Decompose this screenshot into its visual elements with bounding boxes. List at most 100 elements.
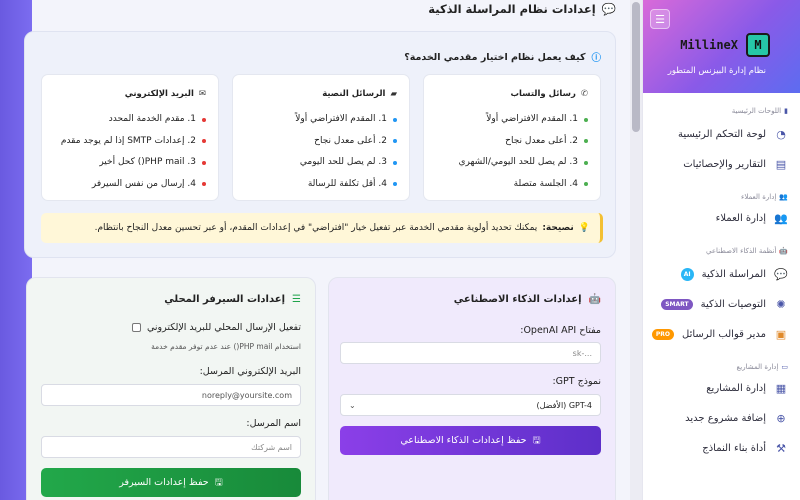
save-icon: 🖫	[532, 434, 541, 446]
list-item-text: 2. إعدادات SMTP إذا لم يوجد مقدم	[60, 135, 196, 146]
button-label: حفظ إعدادات السيرفر	[119, 477, 209, 488]
sidebar-item-label: لوحة التحكم الرئيسية	[677, 128, 766, 140]
sidebar-section-projects: ▭ إدارة المشاريع	[643, 349, 800, 371]
ai-badge: AI	[680, 267, 694, 281]
list-item: 1. المقدم الافتراضي أولاً	[430, 109, 588, 131]
email-rules-card: ✉ البريد الإلكتروني 1. مقدم الخدمة المحد…	[41, 74, 219, 201]
list-item-text: 4. الجلسة متصلة	[513, 178, 578, 189]
sidebar-item-label: إدارة العملاء	[715, 212, 766, 224]
pro-badge: PRO	[651, 328, 675, 340]
sender-name-label: اسم المرسل:	[246, 418, 301, 429]
column-title: ✉ البريد الإلكتروني	[42, 75, 218, 99]
sidebar-item-message-templates[interactable]: ▣ مدير قوالب الرسائل PRO	[643, 319, 800, 349]
info-question: ⓘ كيف يعمل نظام اختيار مقدمي الخدمة؟	[404, 50, 601, 65]
list-item-text: 1. مقدم الخدمة المحدد	[108, 114, 196, 124]
users-icon: 👥	[779, 193, 788, 201]
local-email-toggle-row: تفعيل الإرسال المحلي للبريد الإلكتروني	[131, 322, 301, 333]
sender-email-label: البريد الإلكتروني المرسل:	[199, 366, 301, 377]
sidebar-item-label: إدارة المشاريع	[706, 382, 766, 394]
sms-icon: ▰	[390, 89, 397, 99]
save-ai-settings-button[interactable]: 🖫 حفظ إعدادات الذكاء الاصطناعي	[340, 426, 601, 455]
local-email-checkbox[interactable]	[131, 323, 141, 332]
chat-icon: 💬	[774, 267, 788, 281]
ai-settings-card: 🤖 إعدادات الذكاء الاصطناعي مفتاح OpenAI …	[328, 277, 616, 500]
info-circle-icon: ⓘ	[591, 53, 601, 64]
main-content: 💬 إعدادات نظام المراسلة الذكية ⓘ كيف يعم…	[12, 0, 630, 500]
openai-key-input[interactable]: sk-...	[340, 342, 601, 364]
whatsapp-rules-card: ✆ رسائل والتساب 1. المقدم الافتراضي أولا…	[423, 74, 601, 201]
sidebar-nav: ▮ اللوحات الرئيسية ◔ لوحة التحكم الرئيسي…	[643, 93, 800, 500]
sidebar-section-dashboards: ▮ اللوحات الرئيسية	[643, 93, 800, 115]
robot-icon: 🤖	[588, 294, 601, 305]
column-title-text: رسائل والتساب	[510, 89, 576, 99]
save-server-settings-button[interactable]: 🖫 حفظ إعدادات السيرفر	[41, 468, 301, 497]
list-item-text: 2. أعلى معدل نجاح	[505, 135, 578, 146]
brain-icon: ✺	[776, 297, 786, 311]
chart-icon: ▤	[775, 157, 787, 171]
section-title: أنظمة الذكاء الاصطناعي	[706, 247, 777, 255]
gpt-model-label: نموذج GPT:	[552, 376, 601, 387]
bullet-dot	[202, 182, 206, 187]
chart-bars-icon: ▮	[784, 107, 788, 115]
section-title: إدارة المشاريع	[736, 363, 779, 371]
sidebar-header: ☰ M MillineX نظام إدارة البيزنس المتطور	[643, 0, 800, 93]
sidebar-item-customers[interactable]: 👥 إدارة العملاء	[643, 203, 800, 233]
briefcase-icon: ▭	[781, 363, 788, 371]
form-builder-icon: ⚒	[776, 441, 786, 455]
card-title: ☰ إعدادات السيرفر المحلي	[164, 294, 301, 305]
bullet-dot	[202, 117, 206, 122]
column-title: ▰ الرسائل النصية	[233, 75, 409, 99]
list-item-text: 4. إرسال من نفس السيرفر	[91, 178, 196, 189]
envelope-icon: ✉	[198, 89, 206, 99]
list-item: 4. أقل تكلفة للرسالة	[239, 174, 397, 196]
sidebar-item-form-builder[interactable]: ⚒ أداة بناء النماذج	[643, 433, 800, 463]
list-item: 3. لم يصل للحد اليومي	[239, 152, 397, 174]
sidebar-item-smart-messaging[interactable]: 💬 المراسلة الذكية AI	[643, 259, 800, 289]
bullet-dot	[393, 182, 397, 187]
local-server-card: ☰ إعدادات السيرفر المحلي تفعيل الإرسال ا…	[26, 277, 316, 500]
plus-circle-icon: ⊕	[776, 411, 786, 425]
list-item: 2. إعدادات SMTP إذا لم يوجد مقدم	[48, 131, 206, 153]
server-icon: ☰	[292, 294, 301, 305]
bullet-dot	[202, 160, 206, 165]
sidebar-item-label: المراسلة الذكية	[701, 268, 766, 280]
card-title-text: إعدادات السيرفر المحلي	[164, 294, 286, 305]
list-item-text: 3. لم يصل للحد اليومي	[299, 157, 387, 167]
list-item: 2. أعلى معدل نجاح	[239, 131, 397, 153]
brand-tagline: نظام إدارة البيزنس المتطور	[667, 66, 766, 76]
openai-key-label: مفتاح OpenAI API:	[520, 325, 601, 336]
sidebar-item-add-project[interactable]: ⊕ إضافة مشروع جديد	[643, 403, 800, 433]
provider-selection-info: ⓘ كيف يعمل نظام اختيار مقدمي الخدمة؟ ✆ ر…	[24, 31, 616, 258]
vertical-scrollbar[interactable]	[630, 0, 642, 500]
project-icon: ▦	[775, 381, 787, 395]
tip-alert: 💡 نصيحة: يمكنك تحديد أولوية مقدمي الخدمة…	[41, 213, 603, 243]
gpt-model-select[interactable]: GPT-4 (الأفضل) ⌄	[340, 394, 601, 416]
sidebar-section-customers: 👥 إدارة العملاء	[643, 179, 800, 201]
menu-toggle-icon[interactable]: ☰	[650, 9, 670, 29]
bullet-dot	[393, 117, 397, 122]
sidebar-item-projects[interactable]: ▦ إدارة المشاريع	[643, 373, 800, 403]
list-item-text: 4. أقل تكلفة للرسالة	[307, 178, 387, 189]
bullet-dot	[202, 139, 206, 144]
sidebar-item-reports[interactable]: ▤ التقارير والإحصائيات	[643, 149, 800, 179]
sidebar-item-dashboard[interactable]: ◔ لوحة التحكم الرئيسية	[643, 119, 800, 149]
whatsapp-icon: ✆	[580, 89, 588, 99]
scrollbar-thumb[interactable]	[632, 2, 640, 132]
users-icon: 👥	[774, 211, 788, 225]
sidebar-item-label: أداة بناء النماذج	[702, 442, 766, 454]
sender-email-input[interactable]: noreply@yoursite.com	[41, 384, 301, 406]
local-email-hint: استخدام PHP mail() عند عدم توفر مقدم خدم…	[151, 342, 301, 351]
lightbulb-icon: 💡	[578, 223, 590, 233]
card-title-text: إعدادات الذكاء الاصطناعي	[453, 294, 582, 305]
bullet-dot	[393, 139, 397, 144]
bullet-dot	[584, 182, 588, 187]
bullet-dot	[584, 160, 588, 165]
list-item: 1. مقدم الخدمة المحدد	[48, 109, 206, 131]
sidebar-item-smart-recommendations[interactable]: ✺ التوصيات الذكية SMART	[643, 289, 800, 319]
bullet-dot	[584, 139, 588, 144]
sidebar-item-label: التوصيات الذكية	[700, 298, 766, 310]
page-title-text: إعدادات نظام المراسلة الذكية	[428, 2, 596, 16]
sidebar-section-ai: 🤖 أنظمة الذكاء الاصطناعي	[643, 233, 800, 255]
list-item: 2. أعلى معدل نجاح	[430, 131, 588, 153]
sender-name-input[interactable]: اسم شركتك	[41, 436, 301, 458]
